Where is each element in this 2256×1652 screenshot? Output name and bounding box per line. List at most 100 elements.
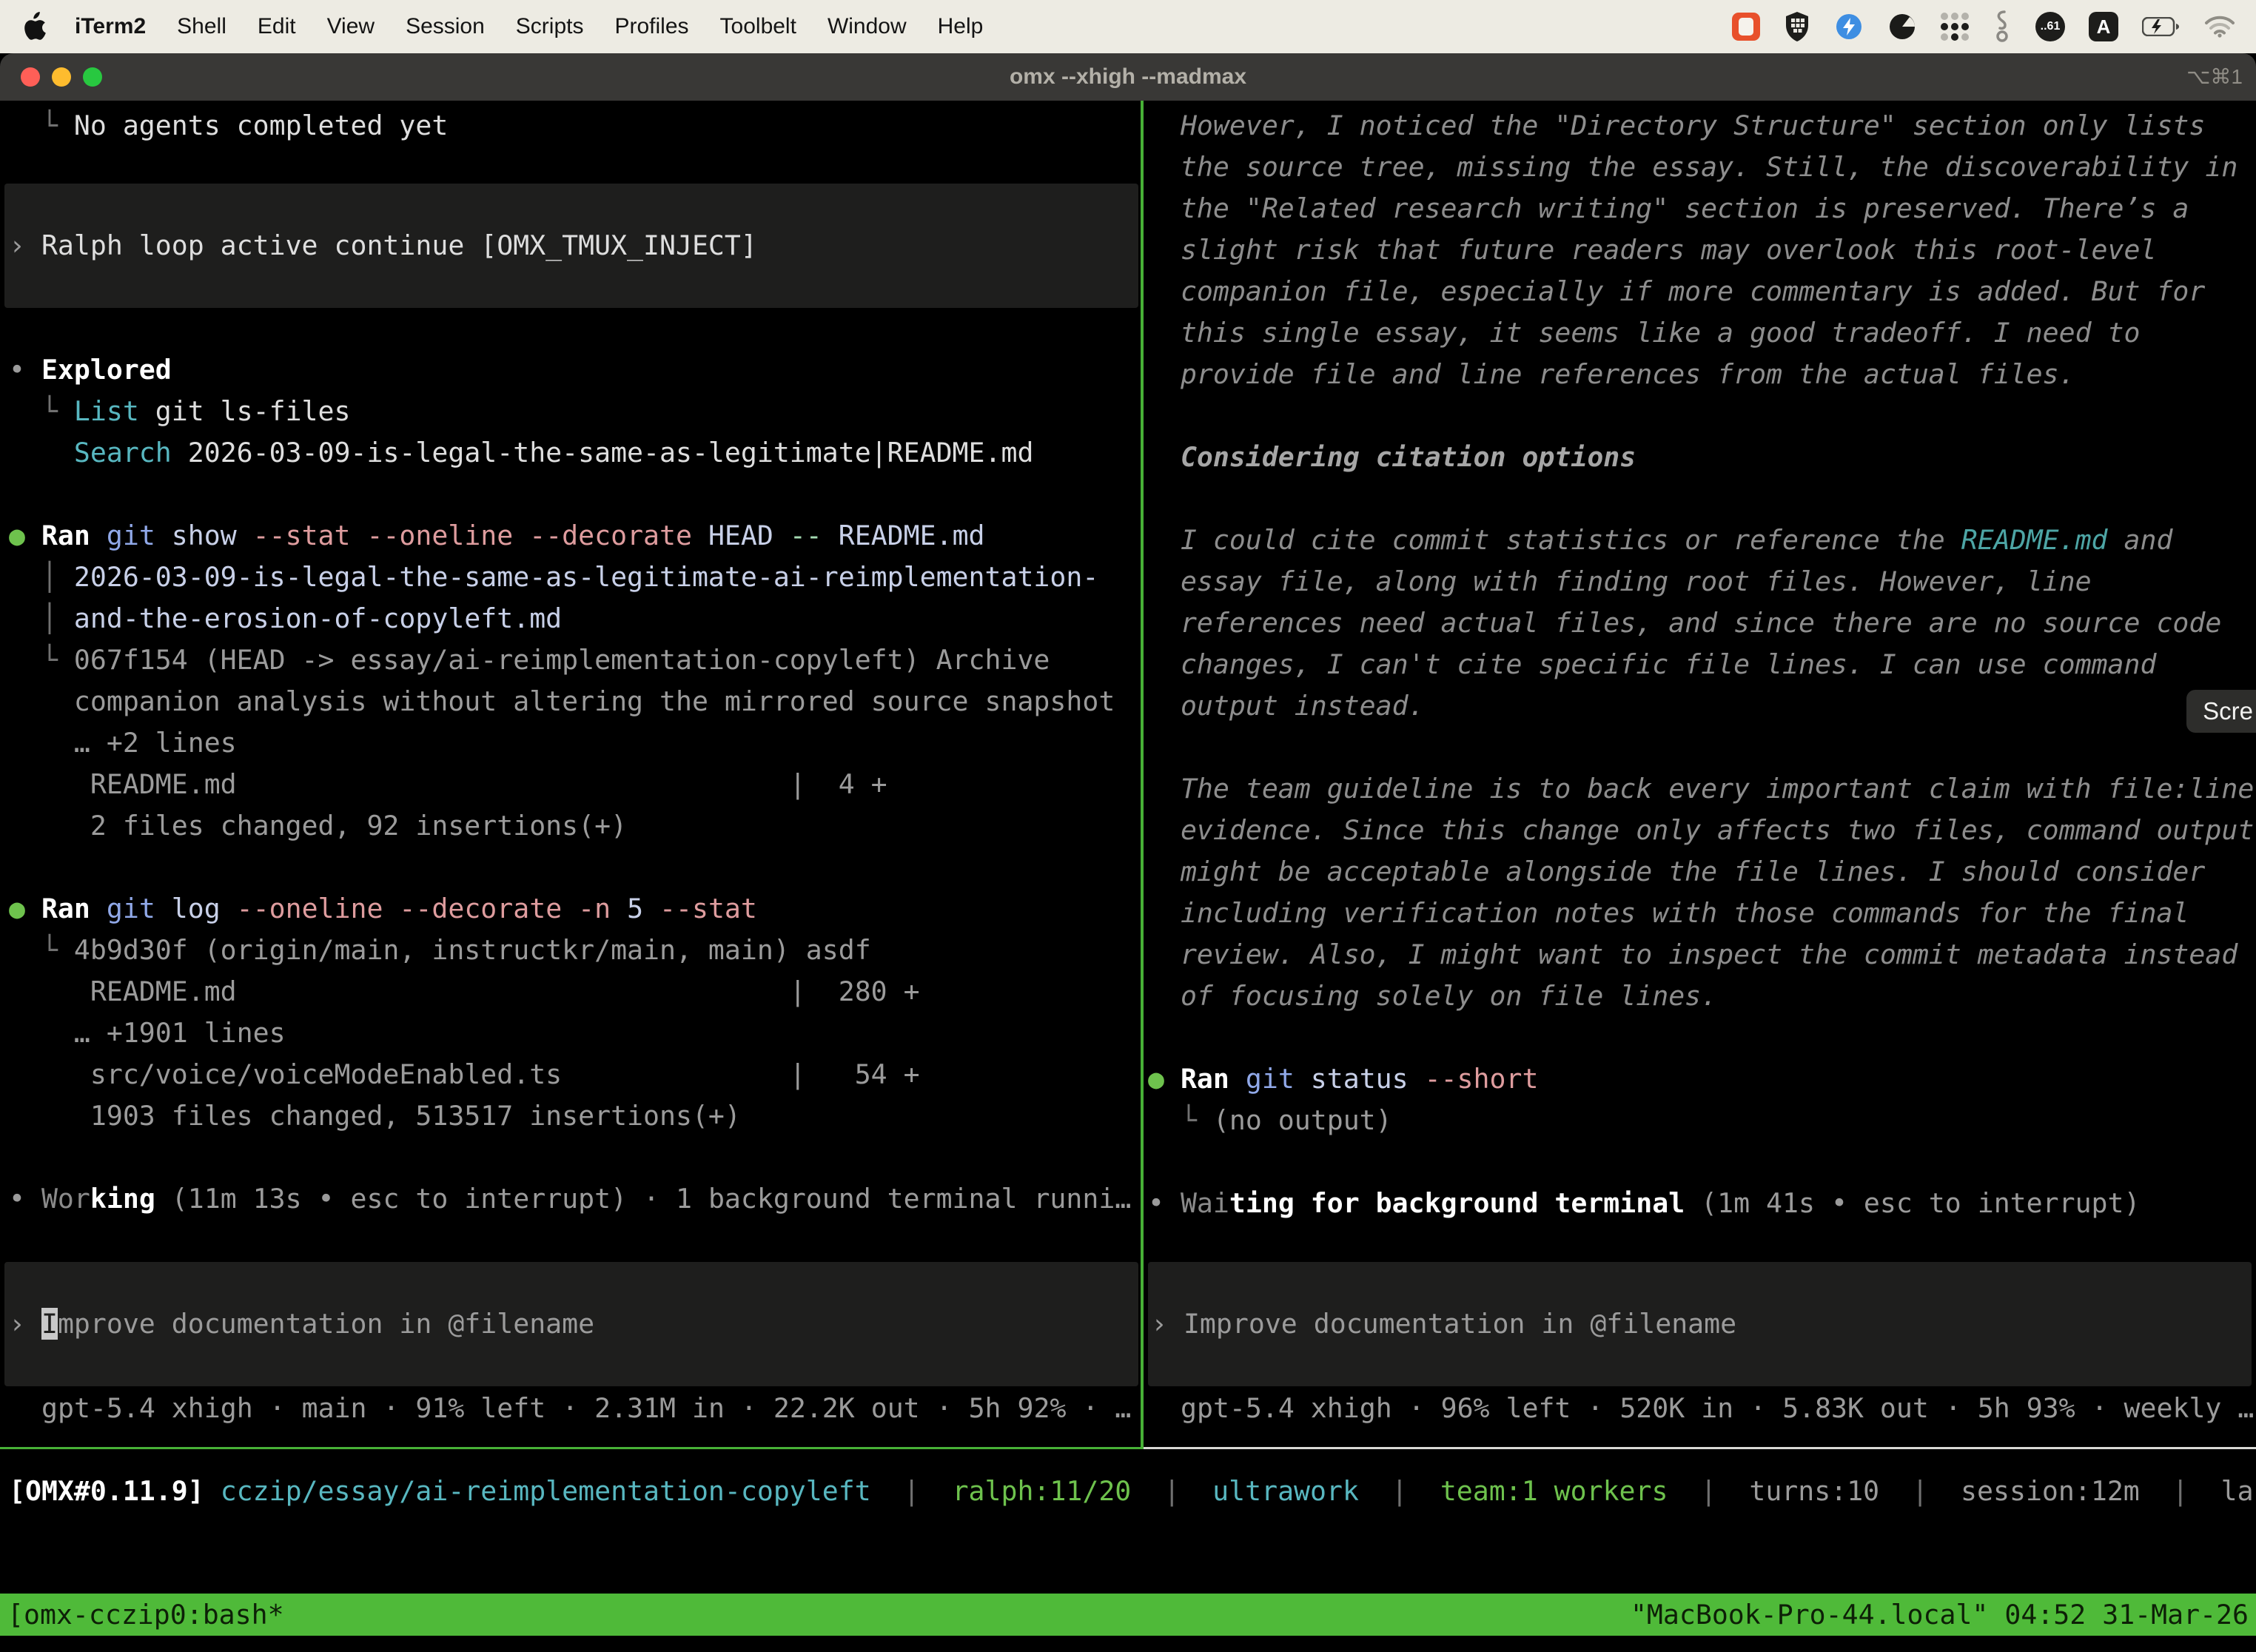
window-title-bar: omx --xhigh --madmax ⌥⌘1 [0,53,2256,101]
omx-status-line: [OMX#0.11.9] cczip/essay/ai-reimplementa… [9,1471,2256,1512]
menu-item-help[interactable]: Help [922,14,999,38]
menu-item-session[interactable]: Session [390,14,500,38]
terminal-line: › Improve documentation in @filename [1151,1303,1736,1345]
terminal-line [9,1137,1131,1178]
badge-61-label: ..61 [2041,20,2061,33]
menu-item-iterm2[interactable]: iTerm2 [59,14,161,38]
terminal-line: review. Also, I might want to inspect th… [1148,934,2254,976]
terminal-line: of focusing solely on file lines. [1148,976,2254,1017]
ralph-inject-box: › Ralph loop active continue [OMX_TMUX_I… [4,184,1138,308]
left-status-line: gpt-5.4 xhigh · main · 91% left · 2.31M … [41,1388,1131,1429]
menu-items: iTerm2ShellEditViewSessionScriptsProfile… [21,12,998,41]
terminal-line: output instead. [1148,685,2254,727]
menu-item-view[interactable]: View [312,14,390,38]
right-input-line: › Improve documentation in @filename [1151,1303,1736,1345]
menu-item-shell[interactable]: Shell [161,14,242,38]
terminal-line [9,847,1131,888]
tmux-host-clock: "MacBook-Pro-44.local" 04:52 31-Mar-26 [1631,1599,2249,1631]
left-input-line: › Improve documentation in @filename [9,1303,594,1345]
terminal-line: evidence. Since this change only affects… [1148,810,2254,851]
terminal-line: │ 2026-03-09-is-legal-the-same-as-legiti… [9,557,1131,598]
macos-menu-bar: iTerm2ShellEditViewSessionScriptsProfile… [0,0,2256,53]
terminal-line: The team guideline is to back every impo… [1148,768,2254,810]
terminal-line [1148,395,2254,437]
terminal-line: … +1901 lines [9,1013,1131,1054]
terminal-line: └ List git ls-files [9,391,1131,432]
terminal-line [1148,1017,2254,1058]
menu-item-toolbelt[interactable]: Toolbelt [705,14,812,38]
record-circle-icon[interactable] [1887,12,1917,41]
hook-icon[interactable] [1993,10,2012,43]
a-key-icon[interactable]: A [2089,12,2118,41]
terminal-line: I could cite commit statistics or refere… [1148,520,2254,561]
terminal-line: references need actual files, and since … [1148,602,2254,644]
menu-item-edit[interactable]: Edit [242,14,312,38]
menu-item-profiles[interactable]: Profiles [599,14,704,38]
terminal-line: [OMX#0.11.9] cczip/essay/ai-reimplementa… [9,1471,2256,1512]
terminal-line: ● Ran git show --stat --oneline --decora… [9,515,1131,557]
right-pane-bottom-border [1144,1447,2256,1449]
pane-divider[interactable] [1141,101,1144,1449]
terminal-line [1148,1141,2254,1183]
terminal-line: companion analysis without altering the … [9,681,1131,722]
terminal-line: │ and-the-erosion-of-copyleft.md [9,598,1131,639]
terminal-line: companion file, especially if more comme… [1148,271,2254,312]
orange-chat-icon[interactable] [1732,13,1760,41]
terminal-line: Considering citation options [1148,437,2254,478]
terminal-line: › Improve documentation in @filename [9,1303,594,1345]
terminal-line: └ 4b9d30f (origin/main, instructkr/main,… [9,930,1131,971]
terminal-line: Search 2026-03-09-is-legal-the-same-as-l… [9,432,1131,474]
left-pane-lines: • Explored └ List git ls-files Search 20… [9,349,1131,1220]
right-status-line: gpt-5.4 xhigh · 96% left · 520K in · 5.8… [1181,1388,2254,1429]
terminal-line: including verification notes with those … [1148,893,2254,934]
terminal-line: this single essay, it seems like a good … [1148,312,2254,354]
shield-grid-icon[interactable] [1784,11,1810,42]
blue-bolt-icon[interactable] [1834,12,1864,41]
screen-share-label: Scre [2203,697,2253,725]
terminal-line: changes, I can't cite specific file line… [1148,644,2254,685]
terminal-line: ● Ran git status --short [1148,1058,2254,1100]
terminal-line: └ 067f154 (HEAD -> essay/ai-reimplementa… [9,639,1131,681]
terminal-line: • Working (11m 13s • esc to interrupt) ·… [9,1178,1131,1220]
battery-icon[interactable] [2142,17,2181,36]
terminal-window: └ No agents completed yet › Ralph loop a… [0,101,2256,1652]
wifi-icon[interactable] [2204,16,2235,38]
terminal-line: README.md | 4 + [9,764,1131,805]
menu-item-window[interactable]: Window [812,14,922,38]
terminal-line: slight risk that future readers may over… [1148,229,2254,271]
tmux-session-label: [omx-cczip0:bash* [7,1599,284,1631]
badge-61-icon[interactable]: ..61 [2035,12,2065,41]
terminal-line: src/voice/voiceModeEnabled.ts | 54 + [9,1054,1131,1095]
dots-grid-icon[interactable] [1941,13,1969,41]
terminal-line [1148,727,2254,768]
terminal-line: ● Ran git log --oneline --decorate -n 5 … [9,888,1131,930]
terminal-line: gpt-5.4 xhigh · main · 91% left · 2.31M … [41,1388,1131,1429]
terminal-line: the "Related research writing" section i… [1148,188,2254,229]
menu-status-icons: ..61 A [1732,10,2235,43]
terminal-line: 1903 files changed, 513517 insertions(+) [9,1095,1131,1137]
terminal-line: └ (no output) [1148,1100,2254,1141]
terminal-line: README.md | 280 + [9,971,1131,1013]
terminal-line [9,474,1131,515]
menu-item-scripts[interactable]: Scripts [500,14,600,38]
window-shortcut: ⌥⌘1 [2186,53,2243,101]
ralph-inject-line: › Ralph loop active continue [OMX_TMUX_I… [9,225,757,266]
right-input-box[interactable]: › Improve documentation in @filename [1148,1262,2252,1386]
terminal-line: However, I noticed the "Directory Struct… [1148,105,2254,147]
terminal-line: provide file and line references from th… [1148,354,2254,395]
terminal-line: • Explored [9,349,1131,391]
terminal-line: • Waiting for background terminal (1m 41… [1148,1183,2254,1224]
a-key-label: A [2097,16,2111,38]
screen-share-overlay[interactable]: Scre [2186,690,2256,733]
terminal-line: gpt-5.4 xhigh · 96% left · 520K in · 5.8… [1181,1388,2254,1429]
left-input-box[interactable]: › Improve documentation in @filename [4,1262,1138,1386]
left-pane-bottom-border [0,1447,1141,1449]
terminal-line: 2 files changed, 92 insertions(+) [9,805,1131,847]
apple-menu-icon[interactable] [21,12,46,41]
terminal-line: └ No agents completed yet [9,105,448,147]
terminal-line: might be acceptable alongside the file l… [1148,851,2254,893]
left-pane-top-lines: └ No agents completed yet [9,105,448,147]
terminal-line: › Ralph loop active continue [OMX_TMUX_I… [9,225,757,266]
window-title: omx --xhigh --madmax [0,53,2256,101]
right-pane-lines: However, I noticed the "Directory Struct… [1148,105,2254,1224]
